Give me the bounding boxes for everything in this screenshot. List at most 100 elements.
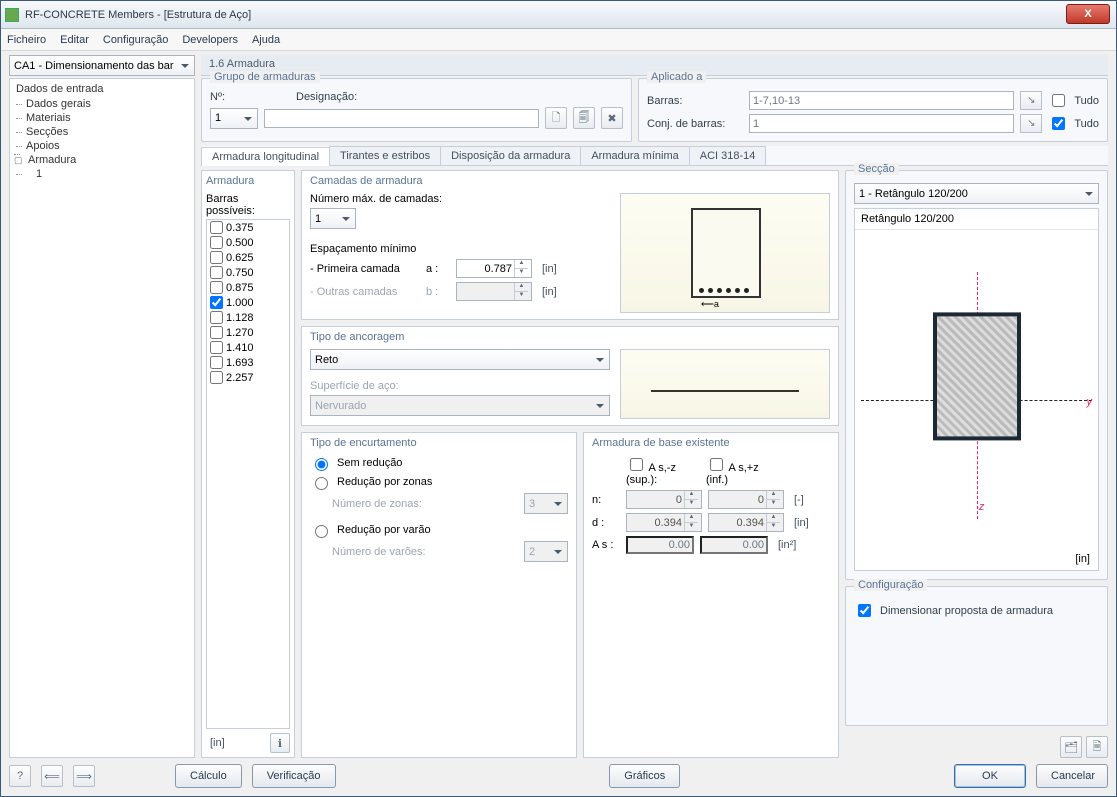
base-reb-legend: Armadura de base existente — [592, 437, 830, 449]
pick-sets-button[interactable]: ↘ — [1020, 114, 1042, 133]
bar-option[interactable]: 1.693 — [207, 355, 289, 370]
case-combo-label: CA1 - Dimensionamento das bar — [14, 60, 174, 72]
nav-item-armadura-1[interactable]: 1 — [16, 167, 188, 181]
tab-tirantes[interactable]: Tirantes e estribos — [329, 146, 441, 165]
as-inf-check[interactable] — [710, 458, 723, 471]
menu-developers[interactable]: Developers — [182, 34, 238, 46]
bar-reduction-label: Redução por varão — [337, 524, 431, 536]
nav-item[interactable]: Secções — [16, 125, 188, 139]
bar-option[interactable]: 0.875 — [207, 280, 289, 295]
pick-bars-button[interactable]: ↘ — [1020, 91, 1042, 110]
delete-group-button[interactable]: ✖ — [601, 107, 623, 129]
case-combo[interactable]: CA1 - Dimensionamento das bar — [9, 55, 195, 76]
sets-all-check[interactable] — [1052, 117, 1065, 130]
d1-spin: ▲▼ — [626, 513, 702, 532]
zone-reduction-radio[interactable] — [315, 477, 328, 490]
other-layers-spin: ▲▼ — [456, 282, 532, 301]
nav-root[interactable]: Dados de entrada — [16, 83, 188, 95]
bars-count-label: Número de varões: — [332, 546, 518, 558]
first-layer-unit: [in] — [542, 263, 557, 275]
armadura-panel: Armadura Barras possíveis: 0.3750.5000.6… — [201, 170, 295, 758]
app-icon — [5, 8, 19, 22]
info-button[interactable]: ℹ — [270, 733, 290, 753]
other-layers-unit: [in] — [542, 286, 557, 298]
bar-option[interactable]: 2.257 — [207, 370, 289, 385]
bar-option[interactable]: 0.625 — [207, 250, 289, 265]
bar-option[interactable]: 0.375 — [207, 220, 289, 235]
anchor-type-combo[interactable]: Reto — [310, 349, 610, 370]
help-button[interactable]: ? — [9, 765, 31, 787]
nav-tree: Dados de entrada Dados gerais Materiais … — [9, 78, 195, 758]
window-title: RF-CONCRETE Members - [Estrutura de Aço] — [25, 9, 251, 21]
design-proposal-check[interactable] — [858, 604, 871, 617]
d2-spin: ▲▼ — [708, 513, 784, 532]
menu-help[interactable]: Ajuda — [252, 34, 280, 46]
zones-count-label: Número de zonas: — [332, 498, 518, 510]
graphics-button[interactable]: Gráficos — [609, 764, 680, 788]
close-button[interactable]: X — [1066, 4, 1110, 24]
no-reduction-label: Sem redução — [337, 457, 402, 469]
group-number-combo[interactable]: 1 — [210, 108, 258, 129]
armadura-legend: Armadura — [206, 175, 290, 187]
cancel-button[interactable]: Cancelar — [1036, 764, 1108, 788]
bar-option[interactable]: 0.500 — [207, 235, 289, 250]
as-sup-check[interactable] — [630, 458, 643, 471]
tab-bar: Armadura longitudinal Tirantes e estribo… — [201, 146, 1108, 166]
other-layers-sym: b : — [426, 286, 450, 298]
bar-option[interactable]: 1.410 — [207, 340, 289, 355]
group-reb-legend: Grupo de armaduras — [210, 71, 320, 83]
menu-config[interactable]: Configuração — [103, 34, 168, 46]
n2-spin: ▲▼ — [708, 490, 784, 509]
anchor-legend: Tipo de ancoragem — [310, 331, 830, 343]
bar-option[interactable]: 1.128 — [207, 310, 289, 325]
section-lib-button[interactable]: 🗂 — [1060, 736, 1082, 758]
bars-unit: [in] — [210, 737, 225, 749]
verify-button[interactable]: Verificação — [252, 764, 336, 788]
bar-reduction-radio[interactable] — [315, 525, 328, 538]
zones-count-combo: 3 — [524, 493, 568, 514]
section-info-button[interactable]: 🗎 — [1086, 736, 1108, 758]
first-layer-spin[interactable]: ▲▼ — [456, 259, 532, 278]
steel-surface-label: Superfície de aço: — [310, 380, 610, 392]
tab-minima[interactable]: Armadura mínima — [580, 146, 689, 165]
section-combo[interactable]: 1 - Retângulo 120/200 — [854, 183, 1099, 204]
possible-bars-label: Barras possíveis: — [206, 193, 290, 217]
menu-file[interactable]: Ficheiro — [7, 34, 46, 46]
designation-input[interactable] — [264, 109, 539, 128]
layers-legend: Camadas de armadura — [310, 175, 830, 187]
zone-reduction-label: Redução por zonas — [337, 476, 432, 488]
tab-aci[interactable]: ACI 318-14 — [689, 146, 767, 165]
sets-label: Conj. de barras: — [647, 118, 743, 130]
next-button[interactable]: ⟹ — [73, 765, 95, 787]
new-group-button[interactable]: 🗋 — [545, 107, 567, 129]
n1-spin: ▲▼ — [626, 490, 702, 509]
nav-item[interactable]: Materiais — [16, 111, 188, 125]
possible-bars-list[interactable]: 0.3750.5000.6250.7500.8751.0001.1281.270… — [206, 219, 290, 729]
copy-group-button[interactable]: 🗐 — [573, 107, 595, 129]
section-legend: Secção — [854, 163, 899, 175]
prev-button[interactable]: ⟸ — [41, 765, 63, 787]
other-layers-label: - Outras camadas — [310, 286, 420, 298]
nav-item-armadura[interactable]: Armadura — [16, 153, 188, 167]
tab-longitudinal[interactable]: Armadura longitudinal — [201, 147, 330, 166]
no-label: Nº: — [210, 91, 225, 103]
bars-all-check[interactable] — [1052, 94, 1065, 107]
as-label: A s : — [592, 539, 620, 551]
nav-item[interactable]: Apoios — [16, 139, 188, 153]
menu-bar: Ficheiro Editar Configuração Developers … — [1, 29, 1116, 51]
menu-edit[interactable]: Editar — [60, 34, 89, 46]
no-reduction-radio[interactable] — [315, 458, 328, 471]
bar-option[interactable]: 1.270 — [207, 325, 289, 340]
sets-field — [749, 114, 1014, 133]
nav-item[interactable]: Dados gerais — [16, 97, 188, 111]
bars-field — [749, 91, 1014, 110]
first-layer-sym: a : — [426, 263, 450, 275]
ok-button[interactable]: OK — [954, 764, 1026, 788]
tab-disposicao[interactable]: Disposição da armadura — [440, 146, 581, 165]
bar-option[interactable]: 1.000 — [207, 295, 289, 310]
as1-field — [626, 536, 694, 554]
bar-option[interactable]: 0.750 — [207, 265, 289, 280]
calc-button[interactable]: Cálculo — [175, 764, 242, 788]
max-layers-combo[interactable]: 1 — [310, 208, 356, 229]
sets-all-label: Tudo — [1074, 118, 1099, 130]
